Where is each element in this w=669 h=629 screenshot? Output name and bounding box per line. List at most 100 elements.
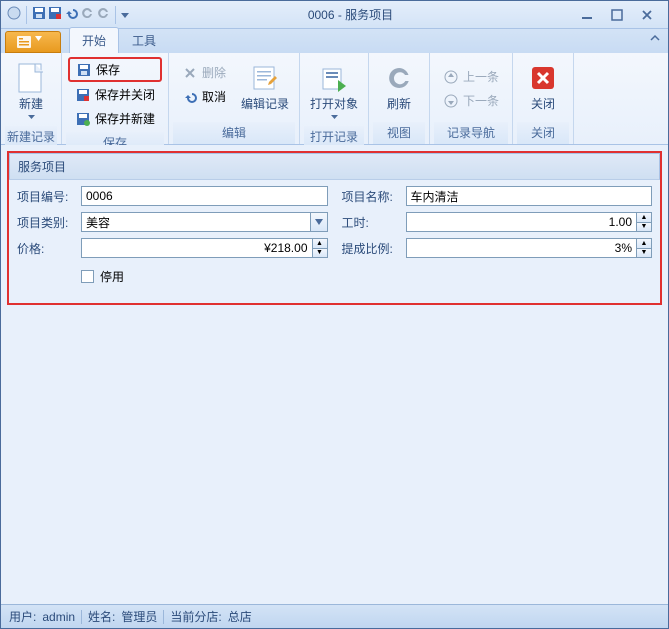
new-icon [15,62,47,94]
edit-record-button[interactable]: 编辑记录 [235,55,295,118]
spinner-commission[interactable]: ▲▼ [406,238,653,258]
qat-separator [26,6,27,24]
form-panel: 服务项目 项目编号: 项目名称: 项目类别: [7,151,662,305]
app-button[interactable] [5,31,61,53]
group-close: 关闭 关闭 [513,53,574,144]
ribbon-expand-icon[interactable] [650,33,660,47]
save-button[interactable]: 保存 [68,57,162,82]
status-user-label: 用户: [9,608,36,625]
status-name: 管理员 [121,608,157,625]
field-hours: 工时: ▲▼ [342,212,653,232]
field-disabled: 停用 [17,268,328,285]
status-branch-label: 当前分店: [170,608,221,625]
label-disabled: 停用 [100,268,124,285]
save-close-button[interactable]: 保存并关闭 [68,83,162,106]
label-hours: 工时: [342,214,402,231]
qat-save-icon[interactable] [32,6,46,23]
window-title: 0006 - 服务项目 [135,6,566,23]
input-price[interactable] [81,238,312,258]
quick-access-toolbar [1,6,135,24]
commission-up[interactable]: ▲ [636,238,652,248]
qat-refresh-icon[interactable] [80,6,94,23]
label-item-name: 项目名称: [342,188,402,205]
prev-record-button[interactable]: 上一条 [436,65,506,88]
status-branch: 总店 [228,608,252,625]
group-open: 打开对象 打开记录 [300,53,369,144]
ribbon: 新建 新建记录 保存 保存并关闭 [1,53,668,145]
undo-icon [182,89,198,105]
statusbar: 用户: admin 姓名: 管理员 当前分店: 总店 [1,604,668,628]
group-nav: 上一条 下一条 记录导航 [430,53,513,144]
chevron-down-icon [28,115,35,119]
status-sep [81,610,82,624]
status-name-label: 姓名: [88,608,115,625]
next-record-button[interactable]: 下一条 [436,89,506,112]
field-category: 项目类别: [17,212,328,232]
save-icon [76,62,92,78]
minimize-button[interactable] [576,7,598,23]
field-price: 价格: ▲▼ [17,238,328,258]
group-edit: 删除 取消 编辑记录 编辑 [169,53,300,144]
save-close-icon [75,87,91,103]
ribbon-tabbar: 开始 工具 [1,29,668,53]
price-down[interactable]: ▼ [312,248,328,259]
spinner-price[interactable]: ▲▼ [81,238,328,258]
tab-tools[interactable]: 工具 [119,27,169,53]
input-commission[interactable] [406,238,637,258]
hours-down[interactable]: ▼ [636,222,652,233]
window-controls [566,7,668,23]
qat-separator-2 [115,6,116,24]
tab-start[interactable]: 开始 [69,27,119,53]
input-item-name[interactable] [406,186,653,206]
save-new-button[interactable]: 保存并新建 [68,107,162,130]
group-save: 保存 保存并关闭 保存并新建 保存 [62,53,169,144]
chevron-down-icon [331,115,338,119]
price-up[interactable]: ▲ [312,238,328,248]
arrow-up-icon [443,69,459,85]
refresh-button[interactable]: 刷新 [373,55,425,118]
combo-category-button[interactable] [310,212,328,232]
spinner-hours[interactable]: ▲▼ [406,212,653,232]
panel-title: 服务项目 [9,153,660,180]
client-area: 服务项目 项目编号: 项目名称: 项目类别: [1,145,668,604]
form-body: 项目编号: 项目名称: 项目类别: 工时: [9,180,660,303]
field-commission: 提成比例: ▲▼ [342,238,653,258]
save-new-icon [75,111,91,127]
open-object-icon [318,62,350,94]
open-object-button[interactable]: 打开对象 [304,55,364,126]
input-hours[interactable] [406,212,637,232]
label-commission: 提成比例: [342,240,402,257]
qat-dropdown-icon[interactable] [121,8,129,22]
delete-button[interactable]: 删除 [175,61,233,84]
group-new-record: 新建 新建记录 [1,53,62,144]
cancel-button[interactable]: 取消 [175,85,233,108]
hours-up[interactable]: ▲ [636,212,652,222]
maximize-button[interactable] [606,7,628,23]
combo-category[interactable] [81,212,328,232]
delete-icon [182,65,198,81]
window: 0006 - 服务项目 开始 工具 新建 新建记录 [0,0,669,629]
qat-undo-icon[interactable] [64,6,78,23]
input-category[interactable] [81,212,310,232]
new-button[interactable]: 新建 [5,55,57,126]
label-price: 价格: [17,240,77,257]
qat-refresh2-icon[interactable] [96,6,110,23]
edit-record-icon [249,62,281,94]
qat-save-close-icon[interactable] [48,6,62,23]
status-user: admin [42,610,75,624]
field-item-name: 项目名称: [342,186,653,206]
arrow-down-icon [443,93,459,109]
commission-down[interactable]: ▼ [636,248,652,259]
close-record-button[interactable]: 关闭 [517,55,569,118]
app-menu-icon[interactable] [7,6,21,23]
input-item-no[interactable] [81,186,328,206]
close-icon [527,62,559,94]
label-category: 项目类别: [17,214,77,231]
status-sep [163,610,164,624]
titlebar: 0006 - 服务项目 [1,1,668,29]
group-view: 刷新 视图 [369,53,430,144]
close-button[interactable] [636,7,658,23]
refresh-icon [383,62,415,94]
label-item-no: 项目编号: [17,188,77,205]
checkbox-disabled[interactable] [81,270,94,283]
